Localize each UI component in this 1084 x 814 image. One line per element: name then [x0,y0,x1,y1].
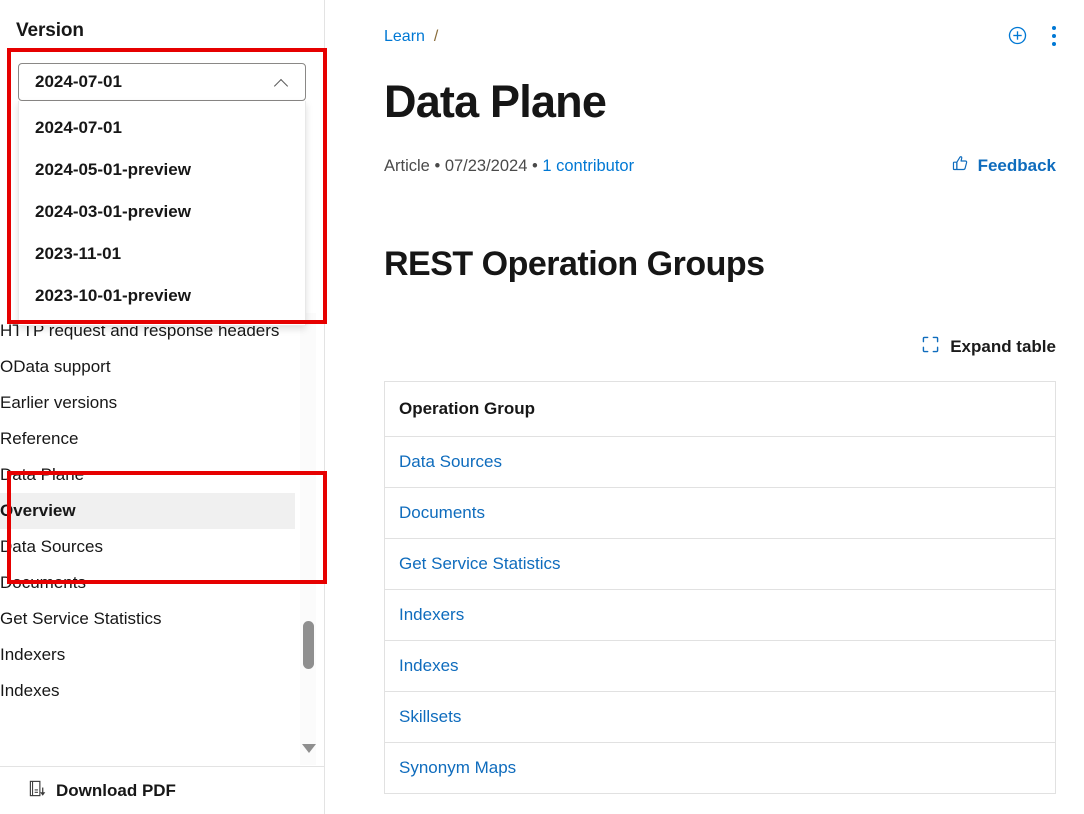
toc-item-label: Indexes [0,681,60,700]
expand-table-label: Expand table [950,337,1056,356]
toc-item-label: Earlier versions [0,393,118,412]
thumbs-up-icon [951,154,970,178]
table-row: Indexes [384,640,1056,692]
toc-scrollbar[interactable] [300,313,316,765]
expand-table-button[interactable]: Expand table [922,336,1056,358]
download-pdf-button[interactable]: Download PDF [0,766,325,814]
toc-item-label: Data Sources [0,537,103,556]
meta-contributors-link[interactable]: 1 contributor [542,157,634,175]
page-title: Data Plane [384,76,607,127]
column-header-operation-group: Operation Group [384,381,1056,437]
version-listbox[interactable]: 2024-07-01 2024-05-01-preview 2024-03-01… [18,101,306,326]
table-row: Documents [384,487,1056,539]
scrollbar-thumb[interactable] [303,621,314,669]
toc-item-indexers[interactable]: Indexers [0,637,325,673]
meta-type: Article [384,157,430,175]
article-meta: Article • 07/23/2024 • 1 contributor [384,157,634,176]
toc-item-documents[interactable]: Documents [0,565,325,601]
version-label: Version [16,20,84,41]
version-option[interactable]: 2024-03-01-preview [19,191,305,233]
version-option[interactable]: 2023-11-01 [19,233,305,275]
toc-item-label: Get Service Statistics [0,609,162,628]
table-row: Synonym Maps [384,742,1056,794]
expand-icon [922,336,939,358]
table-row: Skillsets [384,691,1056,743]
table-cell-link[interactable]: Synonym Maps [399,758,516,777]
main-content: Learn / Data Plane Article • 07/23/2024 … [325,0,1084,814]
toc-item-label: Indexers [0,645,66,664]
table-row: Data Sources [384,436,1056,488]
operation-groups-table: Operation Group Data Sources Documents G… [384,381,1056,794]
breadcrumb-link-learn[interactable]: Learn [384,28,425,46]
chevron-up-icon [275,78,289,87]
table-cell-link[interactable]: Skillsets [399,707,461,726]
toc-item-overview[interactable]: Overview [0,493,295,529]
table-header-row: Operation Group [384,381,1056,437]
table-row: Get Service Statistics [384,538,1056,590]
scroll-down-arrow-icon[interactable] [302,744,316,753]
kebab-menu-icon[interactable] [1052,25,1056,46]
table-cell-link[interactable]: Indexes [399,656,459,675]
table-row: Indexers [384,589,1056,641]
version-option[interactable]: 2024-05-01-preview [19,149,305,191]
breadcrumb-separator: / [433,28,439,45]
toc-item-earlier-versions[interactable]: Earlier versions [0,385,325,421]
table-cell-link[interactable]: Indexers [399,605,464,624]
table-of-contents: HTTP request and response headers OData … [0,313,325,765]
feedback-button[interactable]: Feedback [951,154,1056,178]
version-option[interactable]: 2024-07-01 [19,107,305,149]
meta-bullet: • [434,157,441,175]
download-pdf-label: Download PDF [56,780,176,800]
toc-item-odata-support[interactable]: OData support [0,349,325,385]
toc-item-label: Data Plane [0,465,85,484]
version-option[interactable]: 2023-10-01-preview [19,275,305,317]
table-cell-link[interactable]: Documents [399,503,485,522]
meta-date: 07/23/2024 [444,157,528,175]
version-combobox-value: 2024-07-01 [35,72,122,91]
version-combobox[interactable]: 2024-07-01 [18,63,306,101]
feedback-label: Feedback [977,156,1056,175]
toc-item-indexes[interactable]: Indexes [0,673,325,709]
section-title: REST Operation Groups [384,245,765,283]
toc-item-data-sources[interactable]: Data Sources [0,529,325,565]
circle-plus-icon[interactable] [1007,25,1028,46]
table-cell-link[interactable]: Data Sources [399,452,502,471]
toc-item-label: OData support [0,357,111,376]
meta-bullet: • [532,157,538,175]
toc-item-reference[interactable]: Reference [0,421,325,457]
toc-item-label: Reference [0,429,79,448]
header-actions [1007,25,1056,46]
breadcrumb: Learn / [384,28,438,46]
toc-item-label: Overview [0,501,76,520]
download-pdf-icon [28,779,47,803]
toc-item-data-plane[interactable]: Data Plane [0,457,325,493]
sidebar: Version 2024-07-01 2024-07-01 2024-05-01… [0,0,325,814]
table-cell-link[interactable]: Get Service Statistics [399,554,561,573]
toc-item-get-service-statistics[interactable]: Get Service Statistics [0,601,325,637]
toc-item-label: Documents [0,573,86,592]
